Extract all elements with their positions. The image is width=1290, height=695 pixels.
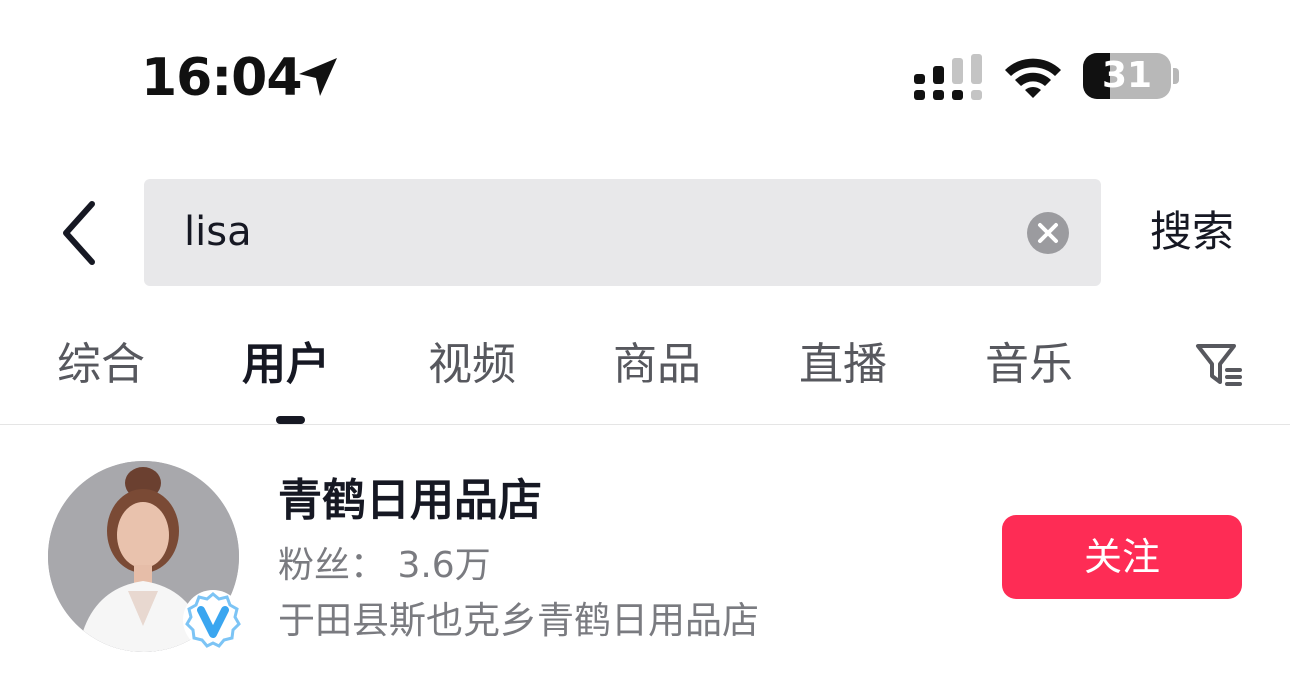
tab-users[interactable]: 用户 — [242, 330, 330, 400]
follow-button[interactable]: 关注 — [1002, 515, 1242, 599]
filter-icon[interactable] — [1194, 340, 1244, 390]
tab-comprehensive[interactable]: 综合 — [57, 330, 145, 400]
back-button[interactable] — [52, 196, 112, 270]
location-arrow-icon — [299, 58, 337, 96]
user-description: 于田县斯也克乡青鹤日用品店 — [278, 599, 759, 642]
cellular-signal-icon — [914, 54, 982, 100]
tab-videos[interactable]: 视频 — [428, 330, 516, 400]
back-chevron-icon — [63, 201, 95, 265]
tab-products[interactable]: 商品 — [613, 330, 701, 400]
battery-icon: 31 — [1083, 53, 1171, 99]
search-box[interactable]: lisa — [144, 179, 1101, 286]
search-button[interactable]: 搜索 — [1150, 202, 1234, 262]
wifi-icon — [1005, 58, 1061, 98]
status-time: 16:04 — [141, 48, 303, 108]
search-input[interactable]: lisa — [184, 179, 1004, 286]
tabs-divider — [0, 424, 1290, 425]
follower-count: 粉丝： 3.6万 — [278, 545, 491, 586]
user-name[interactable]: 青鹤日用品店 — [278, 472, 542, 530]
battery-tip — [1173, 68, 1179, 84]
battery-level-text: 31 — [1101, 55, 1153, 96]
tab-live[interactable]: 直播 — [799, 330, 887, 400]
verified-v-badge-icon — [183, 590, 243, 650]
tab-music[interactable]: 音乐 — [985, 330, 1073, 400]
active-tab-indicator — [276, 416, 305, 424]
result-tabs: 综合 用户 视频 商品 直播 音乐 — [0, 330, 1290, 422]
clear-icon[interactable] — [1027, 212, 1069, 254]
